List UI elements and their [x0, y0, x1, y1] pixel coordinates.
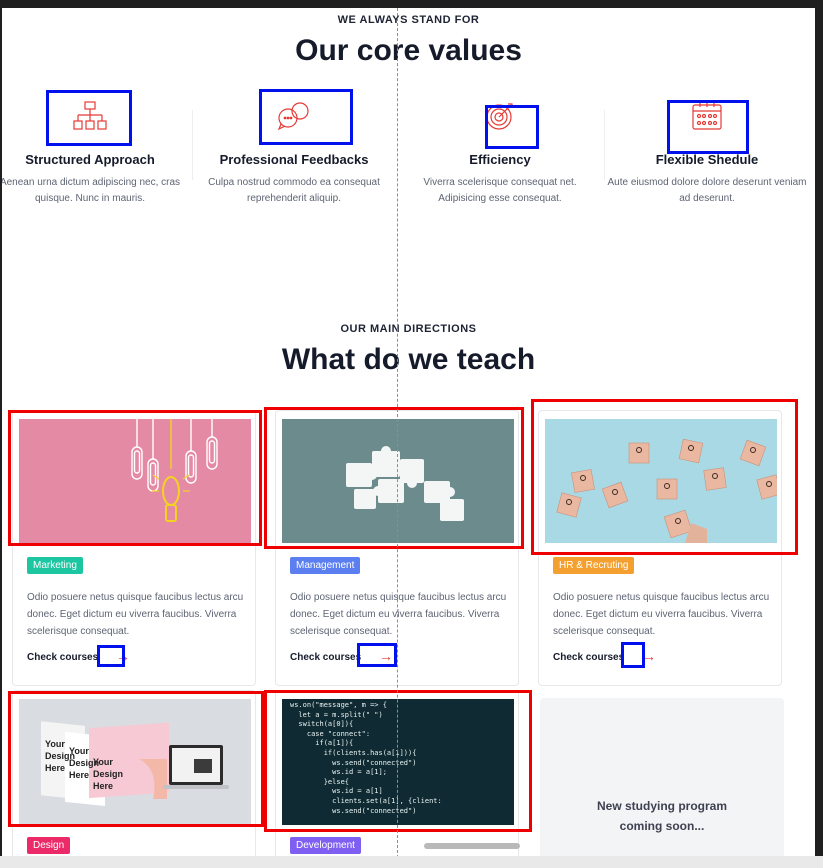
highlight-box	[259, 89, 353, 145]
value-divider	[192, 110, 193, 180]
highlight-box	[8, 691, 264, 827]
card-desc: Odio posuere netus quisque faucibus lect…	[290, 592, 507, 637]
value-desc: Aute eiusmod dolore dolore deserunt veni…	[607, 177, 807, 204]
value-desc: Viverra scelerisque consequat net. Adipi…	[423, 177, 577, 204]
check-courses-link[interactable]: Check courses	[553, 652, 624, 663]
coming-soon-card: New studying program coming soon...	[540, 698, 784, 858]
value-desc: Culpa nostrud commodo ea consequat repre…	[208, 177, 380, 204]
highlight-box	[667, 100, 749, 154]
highlight-box	[97, 645, 125, 667]
values-title: Our core values	[295, 34, 522, 67]
check-courses-link[interactable]: Check courses	[290, 652, 361, 663]
value-divider	[604, 110, 605, 180]
value-title: Structured Approach	[25, 152, 155, 167]
highlight-box	[621, 642, 645, 668]
value-title: Flexible Shedule	[655, 152, 759, 167]
highlight-box	[357, 643, 397, 667]
highlight-box	[485, 105, 539, 149]
check-courses-link[interactable]: Check courses	[27, 652, 98, 663]
tag-design[interactable]: Design	[27, 837, 71, 854]
highlight-box	[46, 90, 132, 146]
card-desc: Odio posuere netus quisque faucibus lect…	[27, 592, 244, 637]
tag-hr[interactable]: HR & Recruting	[553, 557, 635, 574]
guide-line	[397, 8, 398, 858]
teach-eyebrow: OUR MAIN DIRECTIONS	[340, 323, 477, 335]
highlight-box	[531, 399, 798, 555]
highlight-box	[264, 690, 532, 832]
coming-soon-text: New studying program coming soon...	[540, 796, 784, 836]
highlight-box	[264, 407, 524, 549]
value-title: Efficiency	[469, 152, 531, 167]
teach-title: What do we teach	[281, 343, 536, 376]
highlight-box	[8, 410, 262, 546]
coming-soon-line: coming soon...	[619, 819, 705, 833]
card-desc: Odio posuere netus quisque faucibus lect…	[553, 592, 770, 637]
tag-development[interactable]: Development	[290, 837, 361, 854]
values-eyebrow: WE ALWAYS STAND FOR	[337, 14, 480, 26]
tag-marketing[interactable]: Marketing	[27, 557, 83, 574]
coming-soon-line: New studying program	[596, 799, 727, 813]
bottom-strip	[0, 856, 823, 868]
value-desc: Aenean urna dictum adipiscing nec, cras …	[2, 177, 181, 204]
horizontal-scrollbar[interactable]	[424, 843, 520, 849]
value-title: Professional Feedbacks	[219, 152, 369, 167]
tag-management[interactable]: Management	[290, 557, 361, 574]
